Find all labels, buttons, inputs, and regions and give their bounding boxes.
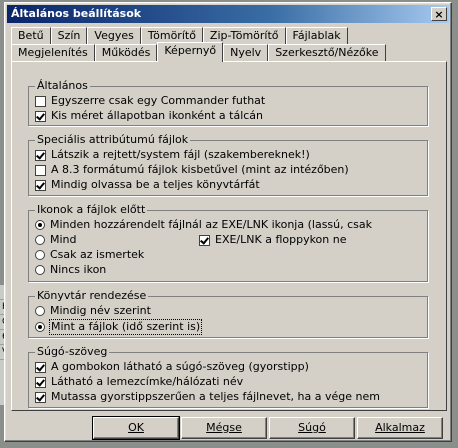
sort-like-files-option[interactable]: Mint a fájlok (idő szerint is)	[35, 319, 203, 335]
option-label: Egyszerre csak egy Commander futhat	[51, 94, 266, 107]
help-button[interactable]: Súgó	[269, 417, 355, 439]
tab-megjelenites[interactable]: Megjelenítés	[11, 44, 95, 61]
cancel-button-label: Mégse	[206, 421, 242, 434]
option-label: Minden hozzárendelt fájlnál az EXE/LNK i…	[50, 218, 373, 231]
group-sugo-szoveg: Súgó-szöveg A gombokon látható a súgó-sz…	[28, 345, 428, 408]
group-title: Speciális attribútumú fájlok	[35, 133, 191, 146]
group-title: Súgó-szöveg	[35, 345, 110, 358]
full-filename-tooltip-option[interactable]: Mutassa gyorstippszerűen a teljes fájlne…	[35, 390, 380, 404]
no-floppy-exe-option[interactable]: EXE/LNK a floppykon ne	[199, 233, 347, 247]
group-title: Ikonok a fájlok előtt	[35, 203, 148, 216]
checkbox[interactable]	[35, 164, 46, 176]
apply-button[interactable]: Alkalmaz	[357, 417, 443, 439]
tab-row-2: Megjelenítés Működés Képernyő Nyelv Szer…	[11, 42, 386, 62]
group-specialis: Speciális attribútumú fájlok Látszik a r…	[28, 133, 428, 196]
checkbox[interactable]	[35, 391, 46, 403]
tab-panel: Általános Egyszerre csak egy Commander f…	[11, 61, 447, 411]
tab-betu[interactable]: Betű	[11, 27, 51, 44]
ok-button[interactable]: OK	[92, 416, 180, 440]
minimize-to-tray-option[interactable]: Kis méret állapotban ikonként a tálcán	[35, 109, 263, 123]
option-label: Csak az ismertek	[50, 248, 145, 261]
close-icon[interactable]: ×	[431, 7, 447, 21]
option-label: Nincs ikon	[50, 263, 107, 276]
radio-button[interactable]	[35, 306, 45, 316]
checkbox[interactable]	[35, 179, 46, 191]
checkbox[interactable]	[35, 110, 46, 122]
cancel-button[interactable]: Mégse	[181, 417, 267, 439]
button-tooltips-option[interactable]: A gombokon látható a súgó-szöveg (gyorst…	[35, 360, 309, 374]
tab-vegyes[interactable]: Vegyes	[87, 27, 141, 44]
option-label: Mutassa gyorstippszerűen a teljes fájlne…	[51, 390, 380, 403]
tab-szerkeszto-nezoke[interactable]: Szerkesztő/Nézőke	[268, 44, 386, 61]
ok-button-label: OK	[128, 421, 144, 434]
icons-all-option[interactable]: Mind	[35, 233, 77, 247]
option-label: Mindig név szerint	[50, 304, 151, 317]
group-ikonok: Ikonok a fájlok előtt Minden hozzárendel…	[28, 203, 428, 282]
option-label: Mindig olvassa be a teljes könyvtárfát	[51, 178, 260, 191]
group-konyvtar-rendezese: Könyvtár rendezése Mindig név szerint Mi…	[28, 289, 428, 338]
option-label: Látszik a rejtett/system fájl (szakember…	[51, 148, 310, 161]
checkbox[interactable]	[35, 361, 46, 373]
checkbox[interactable]	[35, 376, 46, 388]
checkbox[interactable]	[35, 149, 46, 161]
tab-mukodes[interactable]: Működés	[94, 44, 158, 61]
icons-known-only-option[interactable]: Csak az ismertek	[35, 248, 144, 262]
show-volume-label-option[interactable]: Látható a lemezcímke/hálózati név	[35, 375, 243, 389]
option-label: Mint a fájlok (idő szerint is)	[48, 319, 203, 335]
help-button-label: Súgó	[298, 421, 326, 434]
radio-button[interactable]	[35, 220, 45, 230]
group-altalanos: Általános Egyszerre csak egy Commander f…	[28, 79, 428, 126]
read-full-tree-option[interactable]: Mindig olvassa be a teljes könyvtárfát	[35, 178, 260, 192]
tab-kepernyo[interactable]: Képernyő	[157, 42, 224, 62]
radio-button[interactable]	[35, 322, 45, 332]
apply-button-label: Alkalmaz	[375, 421, 425, 434]
checkbox[interactable]	[199, 234, 210, 246]
tab-szin[interactable]: Szín	[50, 27, 88, 44]
settings-dialog: Általános beállítások × Betű Szín Vegyes…	[4, 2, 452, 442]
tab-nyelv[interactable]: Nyelv	[223, 44, 269, 61]
group-title: Általános	[35, 79, 90, 92]
title-bar: Általános beállítások ×	[7, 5, 449, 23]
group-title: Könyvtár rendezése	[35, 289, 149, 302]
option-label: EXE/LNK a floppykon ne	[215, 233, 347, 246]
option-label: Mind	[50, 233, 77, 246]
tab-fajlablak[interactable]: Fájlablak	[285, 27, 348, 44]
lowercase-83-option[interactable]: A 8.3 formátumú fájlok kisbetűvel (mint …	[35, 163, 349, 177]
sort-by-name-option[interactable]: Mindig név szerint	[35, 304, 151, 318]
button-row: OK Mégse Súgó Alkalmaz	[92, 416, 443, 440]
option-label: Kis méret állapotban ikonként a tálcán	[51, 109, 264, 122]
checkbox[interactable]	[35, 95, 46, 107]
radio-button[interactable]	[35, 265, 45, 275]
single-instance-option[interactable]: Egyszerre csak egy Commander futhat	[35, 94, 265, 108]
show-hidden-files-option[interactable]: Látszik a rejtett/system fájl (szakember…	[35, 148, 310, 162]
no-icons-option[interactable]: Nincs ikon	[35, 263, 106, 277]
radio-button[interactable]	[35, 250, 45, 260]
option-label: A 8.3 formátumú fájlok kisbetűvel (mint …	[51, 163, 349, 176]
radio-button[interactable]	[35, 235, 45, 245]
icons-all-associated-option[interactable]: Minden hozzárendelt fájlnál az EXE/LNK i…	[35, 218, 372, 232]
option-label: Látható a lemezcímke/hálózati név	[51, 375, 244, 388]
option-label: A gombokon látható a súgó-szöveg (gyorst…	[51, 360, 309, 373]
window-title: Általános beállítások	[11, 7, 142, 20]
